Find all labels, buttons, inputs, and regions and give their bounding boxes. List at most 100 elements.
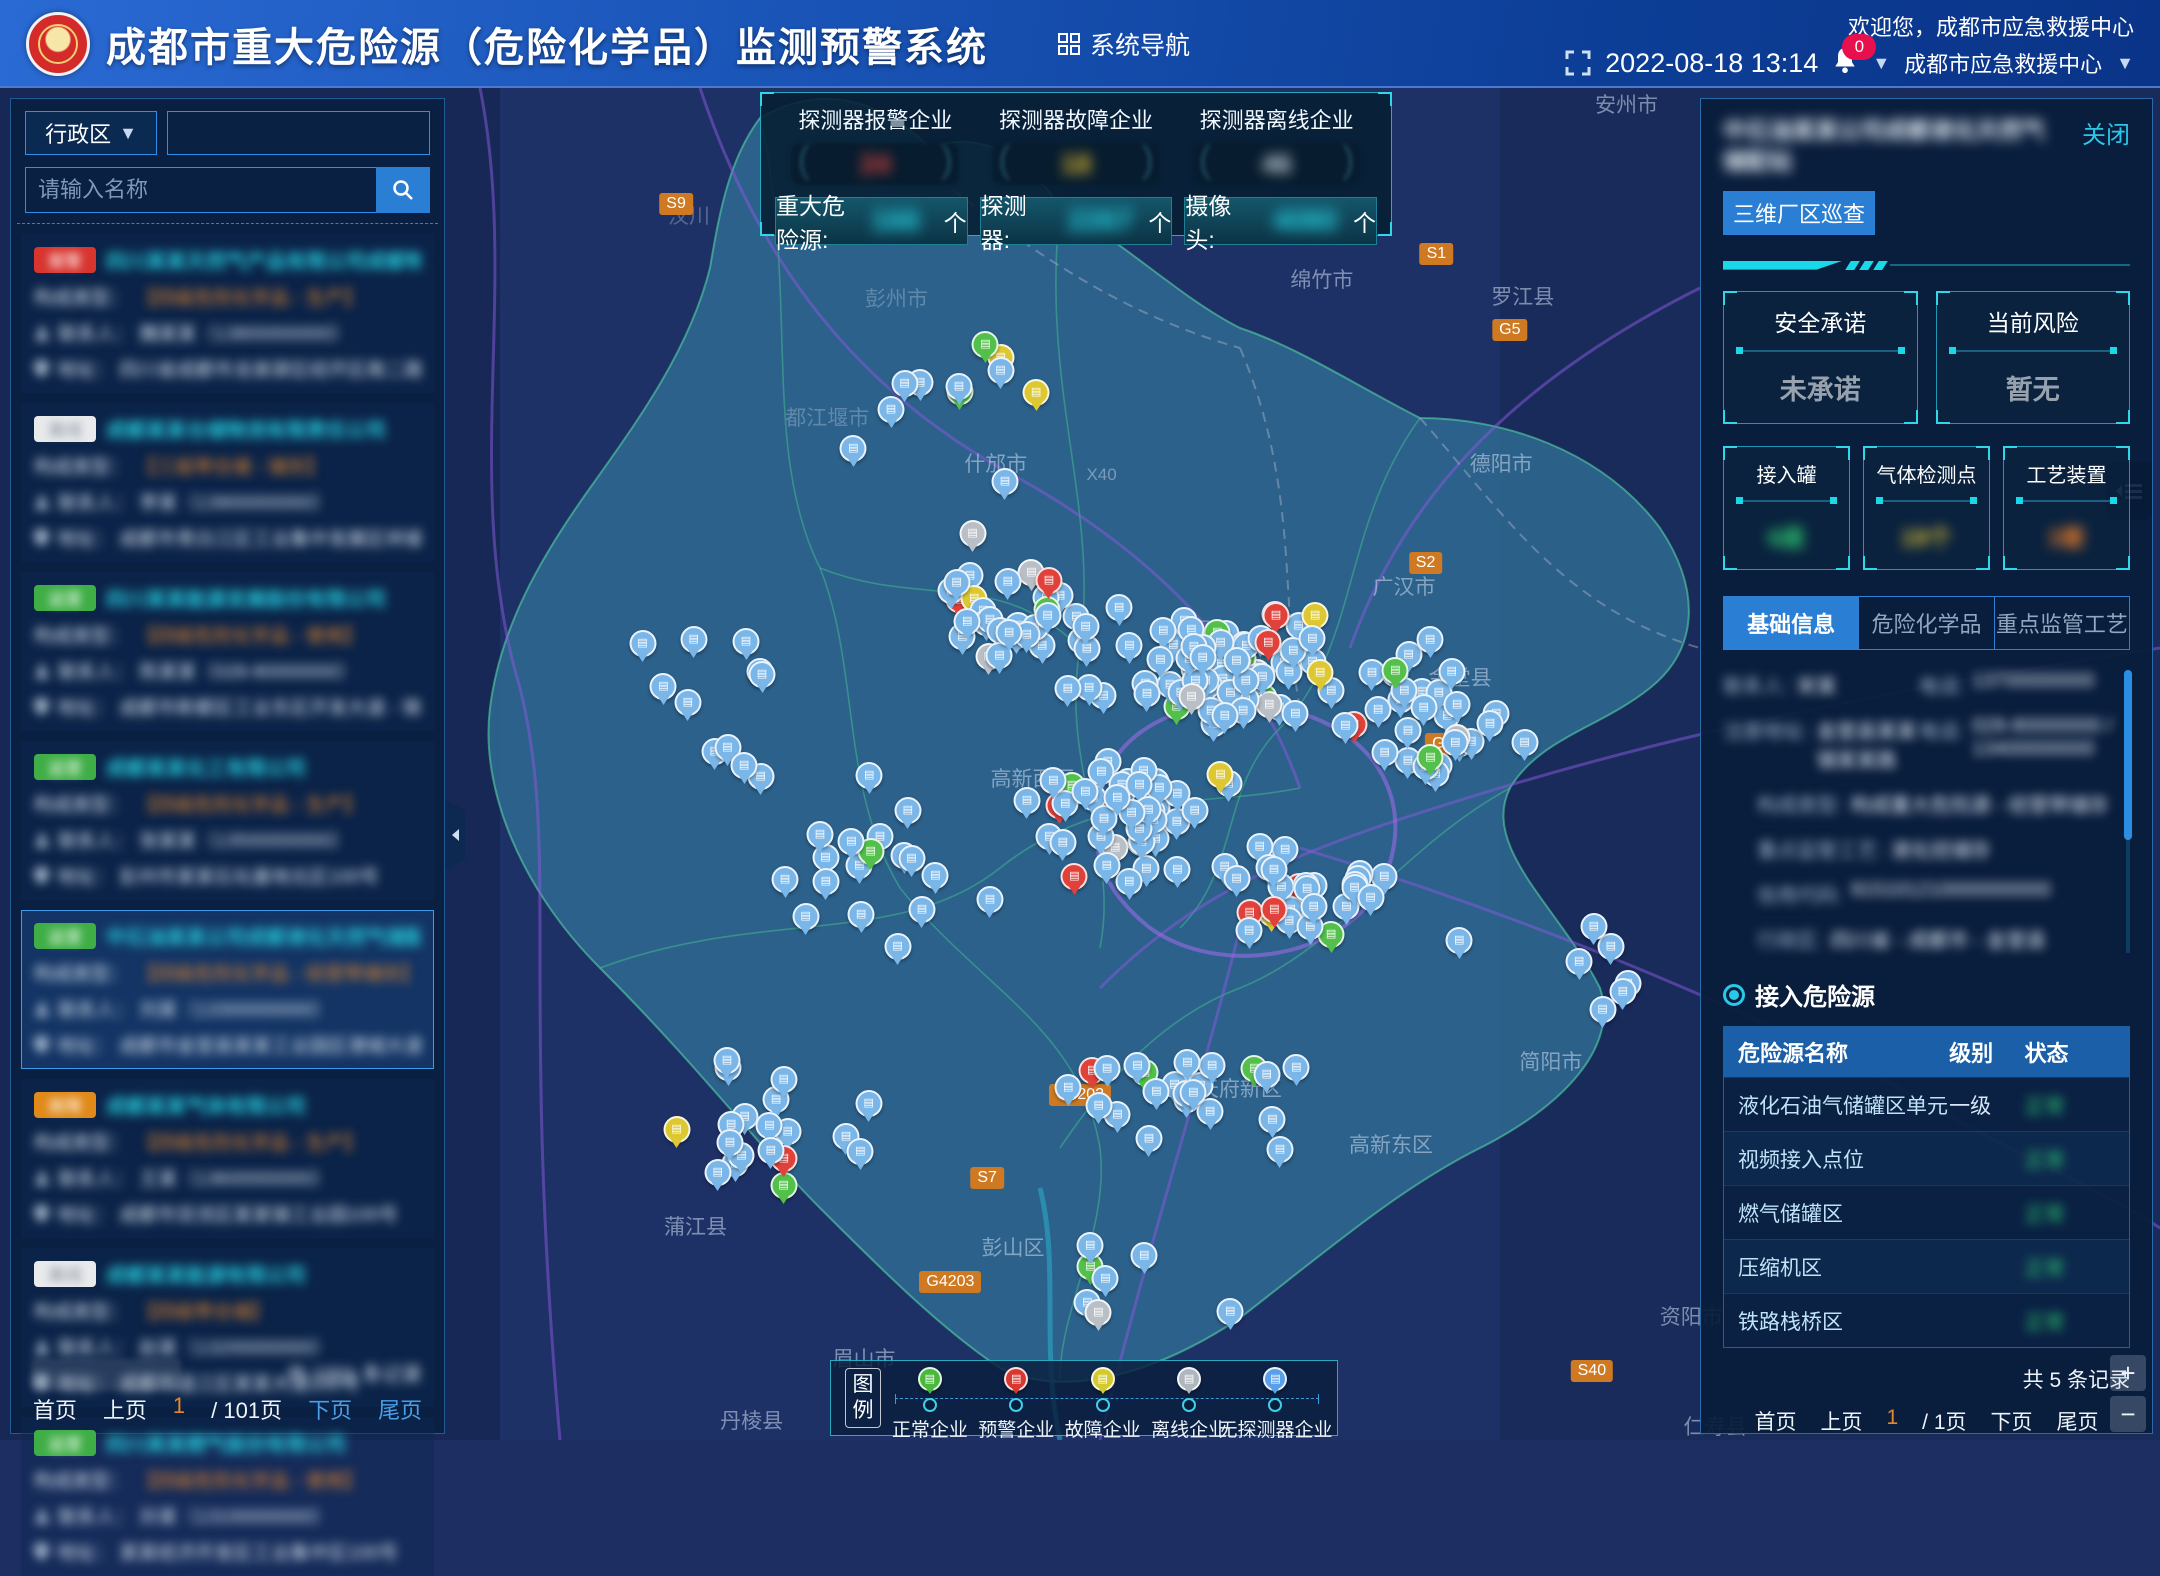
enterprise-map-pin[interactable]: ▤ xyxy=(1266,1136,1293,1163)
enterprise-map-pin[interactable]: ▤ xyxy=(1260,856,1287,883)
sidebar-collapse-tab[interactable] xyxy=(445,800,465,870)
enterprise-map-pin[interactable]: ▤ xyxy=(1133,680,1160,707)
enterprise-map-pin[interactable]: ▤ xyxy=(908,896,935,923)
fullscreen-icon[interactable] xyxy=(1565,50,1591,76)
hazard-table-row[interactable]: 燃气储罐区正常 xyxy=(1724,1185,2129,1239)
enterprise-map-pin[interactable]: ▤ xyxy=(1072,613,1099,640)
enterprise-map-pin[interactable]: ▤ xyxy=(1283,1054,1310,1081)
enterprise-map-pin[interactable]: ▤ xyxy=(946,373,973,400)
enterprise-map-pin[interactable]: ▤ xyxy=(1049,829,1076,856)
tab-key-processes[interactable]: 重点监管工艺 xyxy=(1995,597,2129,649)
enterprise-map-pin[interactable]: ▤ xyxy=(1382,657,1409,684)
enterprise-map-pin[interactable]: ▤ xyxy=(1094,1055,1121,1082)
enterprise-map-pin[interactable]: ▤ xyxy=(1566,948,1593,975)
enterprise-map-pin[interactable]: ▤ xyxy=(1217,1298,1244,1325)
tab-basic-info[interactable]: 基础信息 xyxy=(1724,597,1859,649)
enterprise-map-pin[interactable]: ▤ xyxy=(1262,602,1289,629)
search-button[interactable] xyxy=(376,167,430,213)
enterprise-map-pin[interactable]: ▤ xyxy=(996,619,1023,646)
hazard-table-row[interactable]: 液化石油气储罐区单元一级正常 xyxy=(1724,1077,2129,1131)
enterprise-map-pin[interactable]: ▤ xyxy=(848,901,875,928)
pagination-last[interactable]: 尾页 xyxy=(378,1393,422,1425)
enterprise-map-pin[interactable]: ▤ xyxy=(1124,1052,1151,1079)
enterprise-map-pin[interactable]: ▤ xyxy=(812,868,839,895)
company-list-item[interactable]: 运营中石油某某公司成都液化天然气储配站构成类型：【四级危险化学品 - 经营带储存… xyxy=(21,910,434,1069)
pagination-first[interactable]: 首页 xyxy=(33,1393,77,1425)
enterprise-map-pin[interactable]: ▤ xyxy=(806,821,833,848)
enterprise-map-pin[interactable]: ▤ xyxy=(855,1090,882,1117)
enterprise-map-pin[interactable]: ▤ xyxy=(792,903,819,930)
enterprise-map-pin[interactable]: ▤ xyxy=(1093,852,1120,879)
enterprise-map-pin[interactable]: ▤ xyxy=(1040,767,1067,794)
enterprise-map-pin[interactable]: ▤ xyxy=(756,1112,783,1139)
enterprise-map-pin[interactable]: ▤ xyxy=(1300,893,1327,920)
enterprise-map-pin[interactable]: ▤ xyxy=(847,1138,874,1165)
enterprise-map-pin[interactable]: ▤ xyxy=(1580,913,1607,940)
enterprise-map-pin[interactable]: ▤ xyxy=(1150,617,1177,644)
enterprise-map-pin[interactable]: ▤ xyxy=(1035,567,1062,594)
enterprise-map-pin[interactable]: ▤ xyxy=(1261,896,1288,923)
enterprise-map-pin[interactable]: ▤ xyxy=(733,628,760,655)
enterprise-map-pin[interactable]: ▤ xyxy=(1116,632,1143,659)
enterprise-map-pin[interactable]: ▤ xyxy=(1135,1125,1162,1152)
enterprise-map-pin[interactable]: ▤ xyxy=(1061,863,1088,890)
chevron-down-icon[interactable]: ▼ xyxy=(1872,53,1890,74)
enterprise-map-pin[interactable]: ▤ xyxy=(884,933,911,960)
enterprise-map-pin[interactable]: ▤ xyxy=(1023,379,1050,406)
enterprise-map-pin[interactable]: ▤ xyxy=(838,828,865,855)
tab-hazard-chemicals[interactable]: 危险化学品 xyxy=(1859,597,1994,649)
enterprise-map-pin[interactable]: ▤ xyxy=(1143,1078,1170,1105)
enterprise-map-pin[interactable]: ▤ xyxy=(1034,602,1061,629)
enterprise-map-pin[interactable]: ▤ xyxy=(1178,683,1205,710)
enterprise-map-pin[interactable]: ▤ xyxy=(1438,658,1465,685)
region-filter-select[interactable]: 行政区 ▼ xyxy=(25,111,157,155)
enterprise-map-pin[interactable]: ▤ xyxy=(976,886,1003,913)
3d-plant-tour-button[interactable]: 三维厂区巡查 xyxy=(1723,191,1875,235)
hazard-table-row[interactable]: 视频接入点位正常 xyxy=(1724,1131,2129,1185)
nav-system-menu[interactable]: 系统导航 xyxy=(1058,26,1190,62)
enterprise-map-pin[interactable]: ▤ xyxy=(680,626,707,653)
enterprise-map-pin[interactable]: ▤ xyxy=(716,1129,743,1156)
enterprise-map-pin[interactable]: ▤ xyxy=(1013,787,1040,814)
enterprise-map-pin[interactable]: ▤ xyxy=(1054,675,1081,702)
enterprise-map-pin[interactable]: ▤ xyxy=(749,661,776,688)
enterprise-map-pin[interactable]: ▤ xyxy=(1307,659,1334,686)
enterprise-map-pin[interactable]: ▤ xyxy=(1365,696,1392,723)
enterprise-map-pin[interactable]: ▤ xyxy=(959,520,986,547)
enterprise-map-pin[interactable]: ▤ xyxy=(772,866,799,893)
enterprise-map-pin[interactable]: ▤ xyxy=(840,435,867,462)
enterprise-map-pin[interactable]: ▤ xyxy=(943,569,970,596)
enterprise-map-pin[interactable]: ▤ xyxy=(1417,744,1444,771)
enterprise-map-pin[interactable]: ▤ xyxy=(1055,1074,1082,1101)
enterprise-map-pin[interactable]: ▤ xyxy=(1104,784,1131,811)
pagination-next[interactable]: 下页 xyxy=(1991,1406,2033,1434)
page-jump-input[interactable] xyxy=(31,1359,181,1391)
enterprise-map-pin[interactable]: ▤ xyxy=(1092,1265,1119,1292)
enterprise-map-pin[interactable]: ▤ xyxy=(1174,1049,1201,1076)
enterprise-map-pin[interactable]: ▤ xyxy=(972,331,999,358)
company-list-item[interactable]: 运营成都某某化工有限公司构成类型：【四级危险化学品 - 生产】联系人： 张某某（… xyxy=(21,741,434,900)
search-input[interactable] xyxy=(25,167,376,213)
region-filter-value[interactable] xyxy=(167,111,430,155)
enterprise-map-pin[interactable]: ▤ xyxy=(1511,729,1538,756)
enterprise-map-pin[interactable]: ▤ xyxy=(1147,646,1174,673)
hazard-table-row[interactable]: 铁路栈桥区正常 xyxy=(1724,1293,2129,1347)
enterprise-map-pin[interactable]: ▤ xyxy=(1072,778,1099,805)
enterprise-map-pin[interactable]: ▤ xyxy=(757,1137,784,1164)
zoom-in-button[interactable]: + xyxy=(2110,1355,2146,1391)
enterprise-map-pin[interactable]: ▤ xyxy=(1189,644,1216,671)
enterprise-map-pin[interactable]: ▤ xyxy=(1236,917,1263,944)
enterprise-map-pin[interactable]: ▤ xyxy=(731,752,758,779)
enterprise-map-pin[interactable]: ▤ xyxy=(1446,927,1473,954)
pagination-first[interactable]: 首页 xyxy=(1754,1406,1796,1434)
enterprise-map-pin[interactable]: ▤ xyxy=(1371,739,1398,766)
enterprise-map-pin[interactable]: ▤ xyxy=(1299,625,1326,652)
enterprise-map-pin[interactable]: ▤ xyxy=(991,468,1018,495)
detail-scrollbar[interactable] xyxy=(2126,670,2130,953)
enterprise-map-pin[interactable]: ▤ xyxy=(1259,1106,1286,1133)
enterprise-map-pin[interactable]: ▤ xyxy=(1332,712,1359,739)
company-list-item[interactable]: 离线成都某某仓储物流有限责任公司构成类型：【三级带仓储 - 储存】联系人： 李某… xyxy=(21,403,434,562)
user-menu[interactable]: 成都市应急救援中心 xyxy=(1904,47,2102,79)
enterprise-map-pin[interactable]: ▤ xyxy=(1116,868,1143,895)
notification-bell[interactable]: 0 xyxy=(1832,46,1858,81)
